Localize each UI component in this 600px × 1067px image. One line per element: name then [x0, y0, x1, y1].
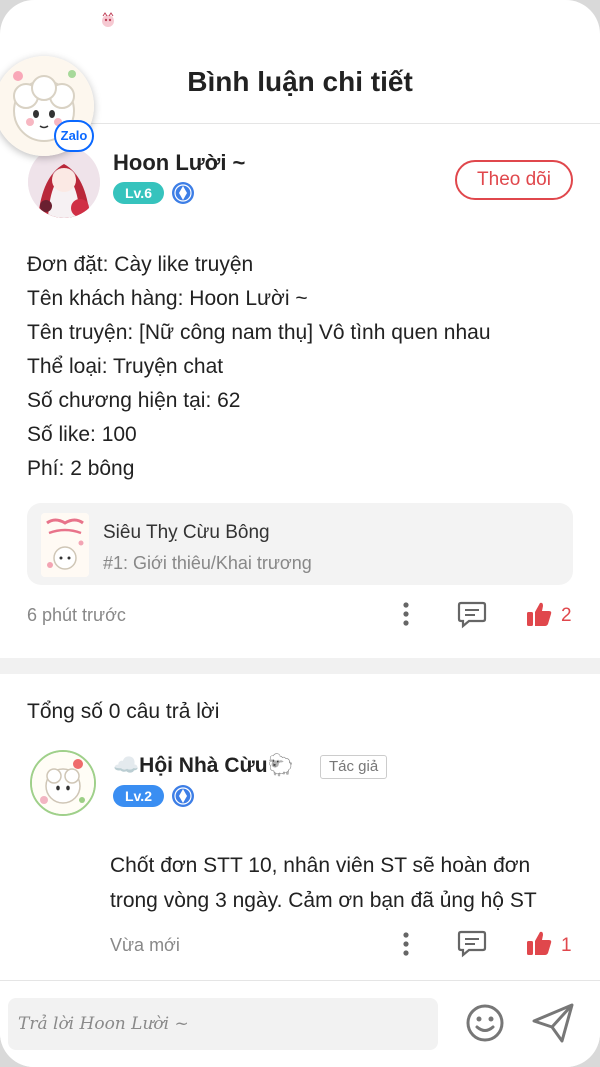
story-cover-image: [41, 513, 89, 577]
reply-avatar-image: [32, 752, 94, 814]
story-thumbnail: [41, 513, 89, 577]
avatar[interactable]: [30, 750, 96, 816]
comment-line: Thể loại: Truyện chat: [27, 355, 224, 378]
comment-line: Số like: 100: [27, 423, 137, 446]
section-divider: [0, 658, 600, 674]
send-icon[interactable]: [532, 1003, 574, 1043]
like-count: 1: [561, 935, 572, 956]
comment-line: Tên truyện: [Nữ công nam thụ] Vô tình qu…: [27, 321, 491, 344]
reply-author-name[interactable]: ☁️Hội Nhà Cừu🐑: [113, 754, 294, 778]
more-vertical-icon[interactable]: [395, 931, 417, 957]
badge-diamond-icon: [172, 785, 194, 807]
zalo-badge[interactable]: Zalo: [54, 120, 94, 152]
comment-time: 6 phút trước: [27, 605, 126, 625]
story-chapter: #1: Giới thiêu/Khai trương: [103, 553, 312, 573]
author-tag: Tác giả: [320, 755, 388, 779]
comment-author-name[interactable]: Hoon Lười ~: [113, 150, 245, 176]
status-app-icon: [102, 12, 114, 27]
more-vertical-icon[interactable]: [395, 601, 417, 627]
reply-line: trong vòng 3 ngày. Cảm ơn bạn đã ủng hộ …: [110, 889, 537, 912]
level-badge: Lv.6: [113, 182, 164, 204]
emoji-icon[interactable]: [465, 1003, 505, 1043]
thumbs-up-icon[interactable]: [525, 600, 553, 628]
comment-icon[interactable]: [457, 599, 487, 629]
comment-line: Phí: 2 bông: [27, 457, 135, 480]
comment-line: Đơn đặt: Cày like truyện: [27, 253, 254, 276]
story-name: Siêu Thỵ Cừu Bông: [103, 522, 270, 543]
reply-time: Vừa mới: [110, 935, 180, 955]
reply-input[interactable]: [8, 998, 438, 1050]
user-avatar-image: [28, 146, 100, 218]
thumbs-up-icon[interactable]: [525, 929, 553, 957]
comment-line: Số chương hiện tại: 62: [27, 389, 241, 412]
screen: Bình luận chi tiết Zalo Hoon Lười ~ Lv.6…: [0, 0, 600, 1067]
replies-total: Tổng số 0 câu trả lời: [27, 700, 220, 723]
comment-line: Tên khách hàng: Hoon Lười ~: [27, 287, 308, 310]
comment-icon[interactable]: [457, 928, 487, 958]
level-badge: Lv.2: [113, 785, 164, 807]
reply-line: Chốt đơn STT 10, nhân viên ST sẽ hoàn đơ…: [110, 854, 531, 877]
reply-composer: [0, 980, 600, 1067]
like-count: 2: [561, 605, 572, 626]
badge-diamond-icon: [172, 182, 194, 204]
reply-body: Chốt đơn STT 10, nhân viên ST sẽ hoàn đơ…: [110, 848, 590, 918]
follow-button[interactable]: Theo dõi: [455, 160, 573, 200]
story-card[interactable]: Siêu Thỵ Cừu Bông #1: Giới thiêu/Khai tr…: [27, 503, 573, 585]
avatar[interactable]: [28, 146, 100, 218]
comment-body: Đơn đặt: Cày like truyện Tên khách hàng:…: [27, 248, 587, 486]
